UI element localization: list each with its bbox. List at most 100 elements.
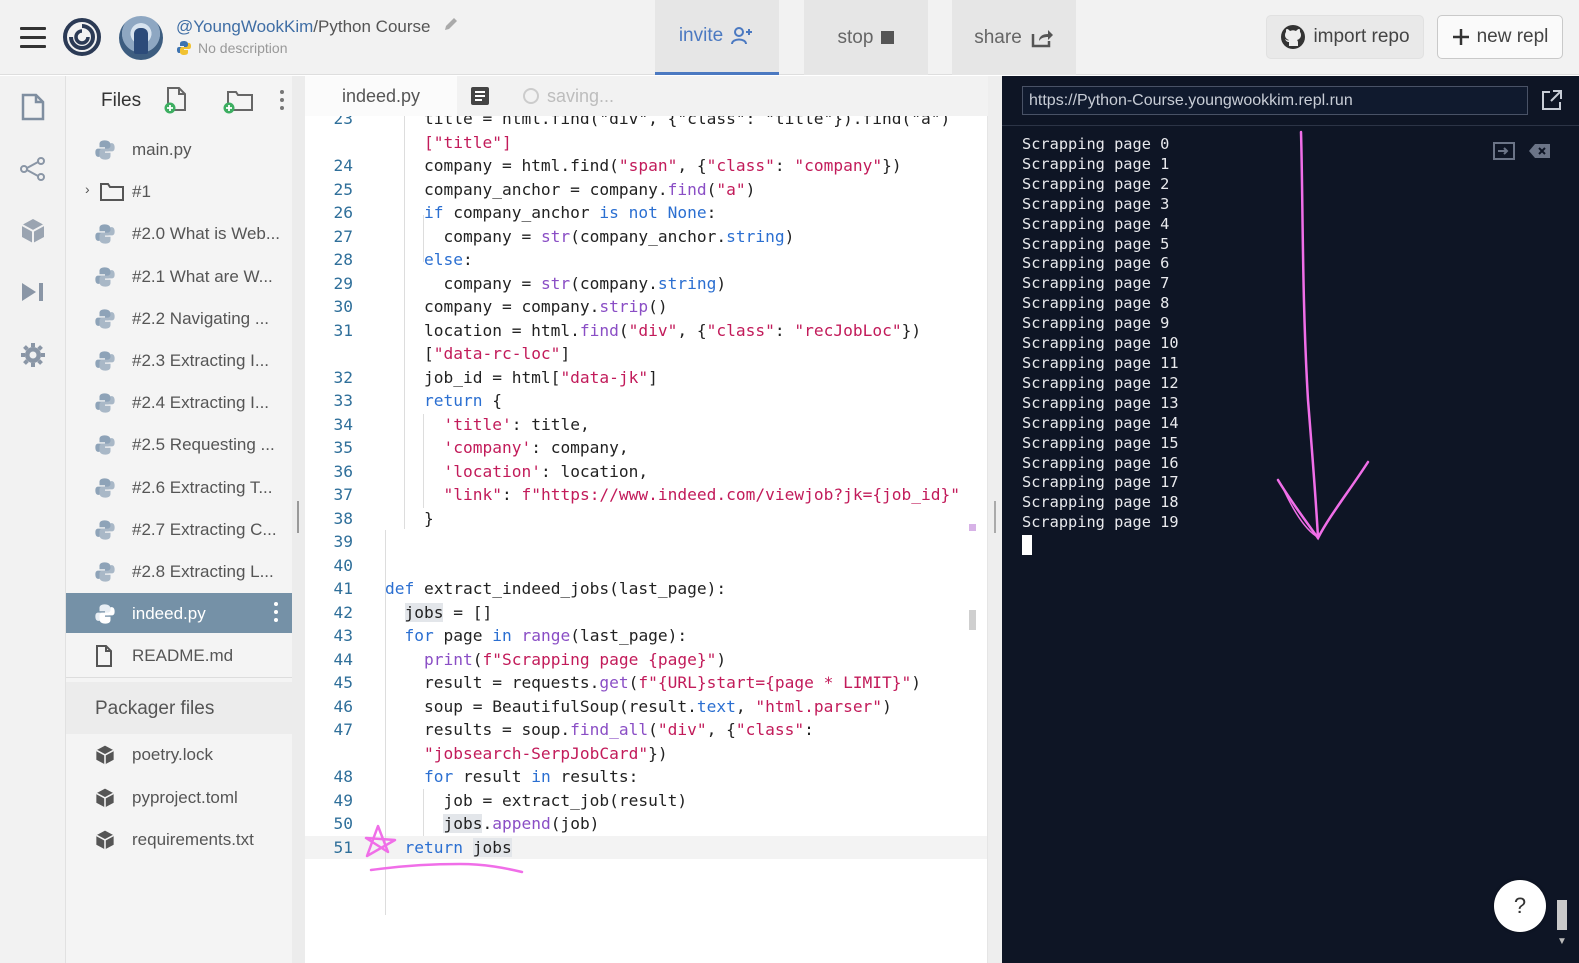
code-line[interactable]: ["title"]	[305, 131, 987, 155]
exit-console-icon[interactable]	[1492, 141, 1516, 161]
add-folder-icon[interactable]	[222, 86, 254, 114]
clear-console-icon[interactable]	[1528, 142, 1552, 160]
file-item[interactable]: #2.6 Extracting T...	[66, 467, 292, 507]
code-line[interactable]: 48 for result in results:	[305, 765, 987, 789]
code-text: company_anchor = company.find("a")	[385, 179, 756, 199]
saving-label: saving...	[547, 86, 615, 106]
code-line[interactable]: 23 title = html.find("div", {"class": "t…	[305, 116, 987, 131]
code-line[interactable]: 32 job_id = html["data-jk"]	[305, 366, 987, 390]
code-line[interactable]: 27 company = str(company_anchor.string)	[305, 225, 987, 249]
code-line[interactable]: 44 print(f"Scrapping page {page}")	[305, 648, 987, 672]
file-item[interactable]: #2.7 Extracting C...	[66, 509, 292, 549]
file-item-label: requirements.txt	[132, 830, 254, 849]
code-line[interactable]: 37 "link": f"https://www.indeed.com/view…	[305, 483, 987, 507]
tab-indeed-py[interactable]: indeed.py	[305, 76, 457, 116]
new-repl-button[interactable]: new repl	[1437, 15, 1563, 59]
panel-resize-handle[interactable]	[292, 76, 305, 963]
file-item[interactable]: #2.0 What is Web...	[66, 213, 292, 253]
python-icon	[94, 308, 116, 330]
code-line[interactable]: "jobsearch-SerpJobCard"})	[305, 742, 987, 766]
code-editor[interactable]: 23 title = html.find("div", {"class": "t…	[305, 116, 988, 963]
code-line[interactable]: 51 return jobs	[305, 835, 987, 859]
code-line[interactable]: 45 result = requests.get(f"{URL}start={p…	[305, 671, 987, 695]
file-item[interactable]: #2.1 What are W...	[66, 256, 292, 296]
code-line[interactable]: 36 'location': location,	[305, 460, 987, 484]
code-line[interactable]: 38 }	[305, 507, 987, 531]
code-line[interactable]: 41 def extract_indeed_jobs(last_page):	[305, 577, 987, 601]
packager-file-item[interactable]: poetry.lock	[66, 734, 292, 774]
file-item[interactable]: #2.3 Extracting I...	[66, 340, 292, 380]
line-number: 31	[333, 320, 354, 340]
file-item-active[interactable]: indeed.py	[66, 593, 292, 634]
code-line[interactable]: 30 company = company.strip()	[305, 295, 987, 319]
stop-button[interactable]: stop	[804, 0, 928, 75]
file-item-label: README.md	[132, 646, 234, 666]
code-line[interactable]: 31 location = html.find("div", {"class":…	[305, 319, 987, 343]
code-line[interactable]: 39	[305, 530, 987, 554]
more-options-icon[interactable]	[280, 90, 286, 112]
code-line[interactable]: 29 company = str(company.string)	[305, 272, 987, 296]
invite-button[interactable]: invite	[655, 0, 779, 75]
console-scrollbar-thumb[interactable]	[1557, 900, 1567, 930]
add-file-icon[interactable]	[164, 86, 188, 114]
help-button[interactable]: ?	[1494, 880, 1546, 932]
share-button[interactable]: share	[952, 0, 1076, 75]
code-line[interactable]: 26 if company_anchor is not None:	[305, 201, 987, 225]
packager-file-item[interactable]: requirements.txt	[66, 819, 292, 859]
python-icon	[176, 40, 192, 56]
file-item[interactable]: › #1	[66, 171, 292, 211]
avatar[interactable]	[119, 16, 163, 60]
code-line[interactable]: 24 company = html.find("span", {"class":…	[305, 154, 987, 178]
packages-icon[interactable]	[18, 216, 48, 246]
code-line[interactable]: 43 for page in range(last_page):	[305, 624, 987, 648]
open-in-new-tab-icon[interactable]	[1540, 88, 1564, 112]
debugger-icon[interactable]	[18, 277, 48, 307]
python-icon	[94, 223, 116, 245]
code-line[interactable]: ["data-rc-loc"]	[305, 342, 987, 366]
python-icon	[94, 392, 116, 414]
line-number: 27	[333, 226, 354, 246]
editor-scrollbar-thumb[interactable]	[969, 610, 976, 630]
packager-file-item[interactable]: pyproject.toml	[66, 777, 292, 817]
import-repo-button[interactable]: import repo	[1266, 15, 1424, 59]
file-item[interactable]: #2.4 Extracting I...	[66, 382, 292, 422]
repl-name[interactable]: Python Course	[318, 17, 430, 36]
repl-description[interactable]: No description	[176, 40, 288, 56]
code-line[interactable]: 34 'title': title,	[305, 413, 987, 437]
replit-logo-icon[interactable]	[62, 17, 102, 57]
file-more-options-icon[interactable]	[274, 602, 280, 626]
panel-resize-handle[interactable]	[988, 76, 1002, 963]
code-line[interactable]: 28 else:	[305, 248, 987, 272]
file-item[interactable]: #2.2 Navigating ...	[66, 298, 292, 338]
code-line[interactable]: 40	[305, 554, 987, 578]
files-icon[interactable]	[18, 92, 48, 122]
version-control-icon[interactable]	[18, 154, 48, 184]
document-outline-icon[interactable]	[469, 85, 491, 107]
code-line[interactable]: 35 'company': company,	[305, 436, 987, 460]
code-line[interactable]: 42 jobs = []	[305, 601, 987, 625]
code-line[interactable]: 50 jobs.append(job)	[305, 812, 987, 836]
code-line[interactable]: 49 job = extract_job(result)	[305, 789, 987, 813]
saving-spinner-icon	[523, 88, 539, 104]
pencil-icon[interactable]	[443, 16, 459, 36]
file-item[interactable]: README.md	[66, 635, 292, 675]
code-text: company = company.strip()	[385, 297, 668, 316]
file-item[interactable]: #2.8 Extracting L...	[66, 551, 292, 591]
file-item-label: poetry.lock	[132, 745, 213, 764]
scroll-down-icon[interactable]: ▼	[1557, 936, 1567, 948]
scroll-marker	[969, 524, 976, 531]
repl-owner-link[interactable]: @YoungWookKim	[176, 17, 313, 36]
python-icon	[94, 266, 116, 288]
settings-gear-icon[interactable]	[18, 340, 48, 370]
code-line[interactable]: 25 company_anchor = company.find("a")	[305, 178, 987, 202]
file-item[interactable]: #2.5 Requesting ...	[66, 424, 292, 464]
file-item[interactable]: main.py	[66, 129, 292, 169]
chevron-right-icon[interactable]: ›	[85, 181, 90, 197]
line-number: 34	[333, 414, 354, 434]
code-line[interactable]: 47 results = soup.find_all("div", {"clas…	[305, 718, 987, 742]
repl-url-field[interactable]: https://Python-Course.youngwookkim.repl.…	[1022, 86, 1528, 115]
code-line[interactable]: 46 soup = BeautifulSoup(result.text, "ht…	[305, 695, 987, 719]
code-line[interactable]: 33 return {	[305, 389, 987, 413]
menu-icon[interactable]	[20, 27, 46, 49]
code-text: results = soup.find_all("div", {"class":	[385, 720, 814, 739]
